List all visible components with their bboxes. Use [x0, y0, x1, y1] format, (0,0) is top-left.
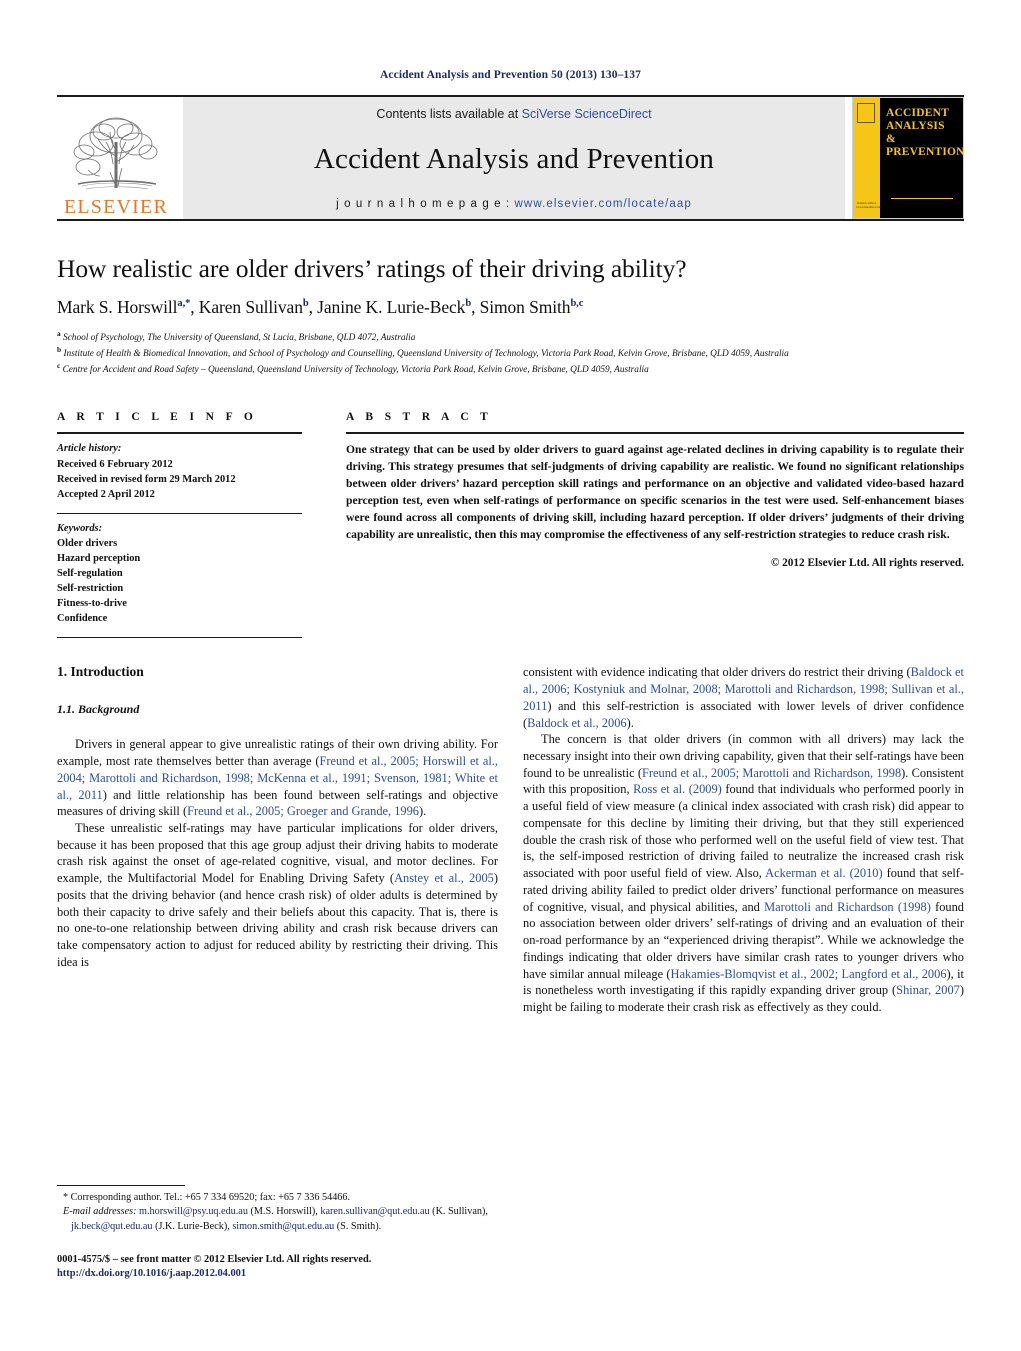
abstract-heading: A B S T R A C T [346, 411, 493, 424]
author-list: Mark S. Horswilla,*, Karen Sullivanb, Ja… [57, 296, 584, 317]
abstract-copyright: © 2012 Elsevier Ltd. All rights reserved… [770, 556, 964, 569]
cover-footer-text: Available online at www.sciencedirect.co… [856, 202, 881, 210]
body-columns: 1. Introduction 1.1. Background Drivers … [57, 664, 964, 1015]
article-history-revised: Received in revised form 29 March 2012 [57, 473, 236, 485]
info-spacer-bottom [57, 626, 302, 637]
paragraph: Drivers in general appear to give unreal… [57, 737, 498, 819]
affiliation-list: a School of Psychology, The University o… [57, 329, 964, 378]
keyword-item: Older drivers [57, 537, 118, 549]
abstract-text: One strategy that can be used by older d… [346, 443, 964, 542]
running-head: Accident Analysis and Prevention 50 (201… [380, 69, 641, 81]
sciencedirect-link[interactable]: SciVerse ScienceDirect [522, 107, 652, 121]
body-column-left: 1. Introduction 1.1. Background Drivers … [57, 664, 498, 1015]
keyword-item: Self-restriction [57, 583, 124, 595]
keywords-rule-bottom [57, 637, 302, 639]
info-abstract-region: A R T I C L E I N F O Article history: R… [57, 411, 964, 639]
contents-list-prefix: Contents lists available at [376, 107, 522, 121]
cover-title-line-1: ACCIDENT [886, 107, 949, 119]
keyword-item: Fitness-to-drive [57, 598, 127, 610]
keyword-item: Self-regulation [57, 567, 123, 579]
homepage-url-link[interactable]: www.elsevier.com/locate/aap [515, 198, 692, 210]
keyword-item: Confidence [57, 613, 108, 625]
abstract-column: A B S T R A C T One strategy that can be… [346, 411, 964, 638]
contents-list-line: Contents lists available at SciVerse Sci… [376, 107, 651, 121]
cover-title-line-3: & [886, 132, 896, 145]
affiliation-c-text: Centre for Accident and Road Safety – Qu… [62, 365, 649, 376]
keywords-label: Keywords: [57, 522, 103, 534]
article-info-heading: A R T I C L E I N F O [57, 411, 258, 424]
footnote-rule [57, 1185, 185, 1187]
keywords-block: Keywords: Older drivers Hazard perceptio… [57, 514, 302, 627]
affiliation-mark-b: b [57, 344, 62, 354]
affiliation-a-text: School of Psychology, The University of … [63, 332, 416, 343]
journal-cover-thumbnail: Available online at www.sciencedirect.co… [852, 97, 964, 219]
email-addresses-note: E-mail addresses: m.horswill@psy.uq.edu.… [57, 1205, 498, 1234]
email-addresses-label: E-mail addresses: [63, 1206, 137, 1218]
affiliation-a: a School of Psychology, The University o… [57, 329, 964, 345]
body-column-right: consistent with evidence indicating that… [523, 664, 964, 1015]
affiliation-b: b Institute of Health & Biomedical Innov… [57, 345, 964, 361]
paragraph: The concern is that older drivers (in co… [523, 732, 965, 1014]
keyword-item: Hazard perception [57, 552, 141, 564]
cover-publisher-mark-icon [857, 103, 875, 123]
paragraph: These unrealistic self-ratings may have … [57, 820, 498, 969]
article-history-received: Received 6 February 2012 [57, 458, 173, 470]
cover-title: ACCIDENT ANALYSIS & PREVENTION [886, 107, 964, 159]
journal-banner: Contents lists available at SciVerse Sci… [183, 97, 845, 219]
article-info-column: A R T I C L E I N F O Article history: R… [57, 411, 302, 639]
affiliation-mark-a: a [57, 328, 61, 338]
article-history-accepted: Accepted 2 April 2012 [57, 488, 155, 500]
cover-title-line-4: PREVENTION [886, 145, 964, 158]
section-heading-introduction: 1. Introduction [57, 664, 144, 680]
affiliation-mark-c: c [57, 361, 61, 371]
article-page: Accident Analysis and Prevention 50 (201… [0, 0, 1021, 1351]
doi-link[interactable]: http://dx.doi.org/10.1016/j.aap.2012.04.… [57, 1267, 498, 1282]
page-title: How realistic are older drivers’ ratings… [57, 254, 687, 283]
cover-title-line-2: ANALYSIS [886, 119, 945, 132]
footnote-area: * Corresponding author. Tel.: +65 7 334 … [57, 1185, 498, 1282]
journal-title: Accident Analysis and Prevention [313, 143, 715, 175]
masthead-bottom-rule [57, 219, 964, 221]
homepage-label: j o u r n a l h o m e p a g e : [336, 198, 515, 210]
issn-doi-block: 0001-4575/$ – see front matter © 2012 El… [57, 1253, 498, 1282]
cover-rule [891, 197, 953, 199]
paragraph: consistent with evidence indicating that… [523, 665, 964, 730]
subsection-heading-background: 1.1. Background [57, 702, 140, 717]
affiliation-c: c Centre for Accident and Road Safety – … [57, 361, 964, 377]
footnote-block: * Corresponding author. Tel.: +65 7 334 … [57, 1191, 498, 1234]
elsevier-logo: ELSEVIER [57, 97, 175, 219]
article-history-block: Article history: Received 6 February 201… [57, 434, 302, 501]
article-history-label: Article history: [57, 443, 122, 455]
affiliation-b-text: Institute of Health & Biomedical Innovat… [63, 348, 789, 359]
issn-line: 0001-4575/$ – see front matter © 2012 El… [57, 1253, 372, 1265]
corresponding-author-note: * Corresponding author. Tel.: +65 7 334 … [63, 1192, 351, 1204]
elsevier-tree-icon [73, 117, 158, 190]
journal-homepage-line: j o u r n a l h o m e p a g e : www.else… [336, 198, 692, 210]
elsevier-wordmark: ELSEVIER [63, 196, 169, 218]
journal-masthead: ELSEVIER Contents lists available at Sci… [57, 95, 964, 219]
